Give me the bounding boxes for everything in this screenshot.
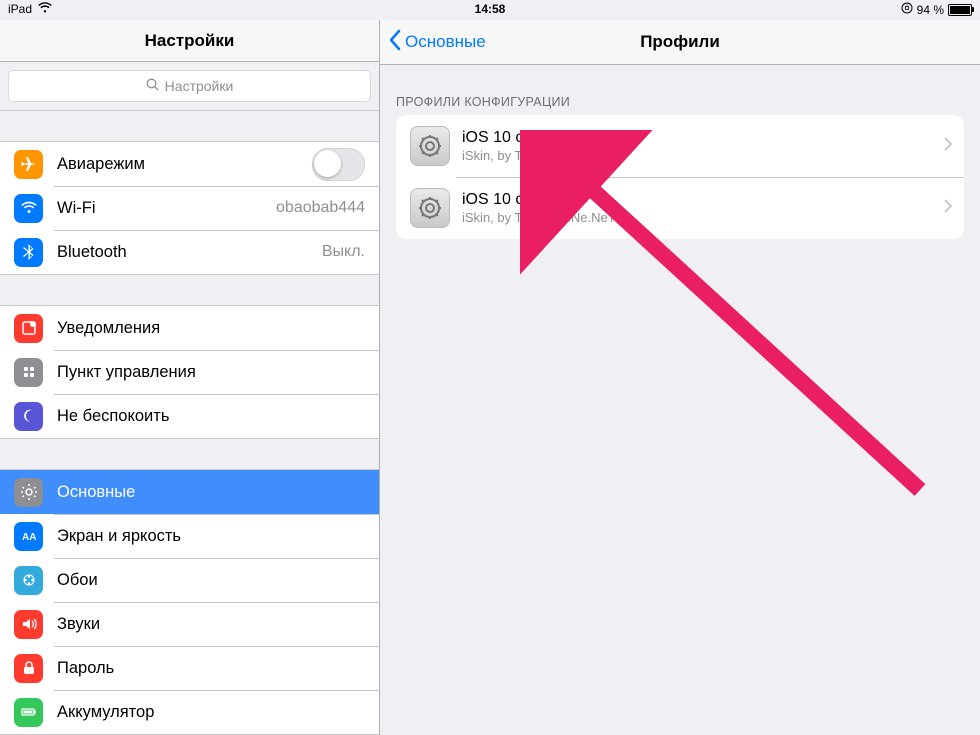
sidebar-item-notifications[interactable]: Уведомления (0, 306, 379, 350)
sounds-icon (14, 610, 43, 639)
detail-title: Профили (640, 32, 720, 52)
wifi-icon (14, 194, 43, 223)
search-input[interactable]: Настройки (8, 70, 371, 102)
sidebar-item-display[interactable]: AA Экран и яркость (0, 514, 379, 558)
airplane-toggle[interactable] (312, 148, 365, 181)
search-icon (146, 78, 159, 94)
battery-icon (948, 4, 972, 16)
device-frame: iPad 14:58 94 % Настройки (0, 0, 980, 735)
search-container: Настройки (0, 62, 379, 111)
battery-percentage: 94 % (917, 3, 944, 17)
wifi-status-icon (38, 2, 52, 16)
sidebar-item-label: Wi-Fi (57, 199, 95, 218)
profile-icon (410, 126, 450, 166)
sidebar-item-label: Не беспокоить (57, 407, 169, 426)
sidebar-item-general[interactable]: Основные (0, 470, 379, 514)
general-icon (14, 478, 43, 507)
bluetooth-icon (14, 238, 43, 267)
sidebar-item-label: Экран и яркость (57, 527, 181, 546)
sidebar-item-label: Обои (57, 571, 98, 590)
profile-list: iOS 10 concepts iSkin, by TooLiPHoNe.NeT… (396, 115, 964, 239)
dnd-icon (14, 402, 43, 431)
orientation-lock-icon (901, 2, 913, 17)
sidebar-item-label: Авиарежим (57, 155, 145, 174)
status-time: 14:58 (475, 2, 506, 16)
search-placeholder: Настройки (165, 78, 234, 94)
control-center-icon (14, 358, 43, 387)
sidebar-item-label: Пароль (57, 659, 114, 678)
back-label: Основные (405, 32, 486, 52)
sidebar-item-passcode[interactable]: Пароль (0, 646, 379, 690)
sidebar-item-wallpaper[interactable]: Обои (0, 558, 379, 602)
sidebar-navbar: Настройки (0, 20, 379, 62)
wifi-value: obaobab444 (276, 199, 365, 217)
back-button[interactable]: Основные (388, 29, 486, 56)
sidebar-item-label: Пункт управления (57, 363, 196, 382)
chevron-right-icon (944, 137, 952, 156)
passcode-icon (14, 654, 43, 683)
battery-setting-icon (14, 698, 43, 727)
sidebar-item-wifi[interactable]: Wi-Fi obaobab444 (0, 186, 379, 230)
sidebar-title: Настройки (145, 31, 235, 51)
detail-navbar: Основные Профили (380, 20, 980, 65)
bluetooth-value: Выкл. (322, 243, 365, 261)
svg-text:AA: AA (22, 532, 36, 543)
chevron-right-icon (944, 199, 952, 218)
detail-pane: Основные Профили ПРОФИЛИ КОНФИГУРАЦИИ iO… (380, 20, 980, 735)
profile-subtitle: iSkin, by TooLiPHoNe.NeT (462, 148, 616, 163)
sidebar-item-bluetooth[interactable]: Bluetooth Выкл. (0, 230, 379, 274)
status-bar: iPad 14:58 94 % (0, 0, 980, 20)
sidebar-item-label: Уведомления (57, 319, 160, 338)
notifications-icon (14, 314, 43, 343)
device-name: iPad (8, 2, 32, 16)
display-icon: AA (14, 522, 43, 551)
profile-icon (410, 188, 450, 228)
profile-title: iOS 10 concepts (462, 129, 616, 147)
profile-row[interactable]: iOS 10 concepts iSkin, by TooLiPHoNe.NeT (396, 177, 964, 239)
sidebar-item-label: Аккумулятор (57, 703, 154, 722)
profile-row[interactable]: iOS 10 concepts iSkin, by TooLiPHoNe.NeT (396, 115, 964, 177)
chevron-left-icon (388, 29, 401, 56)
profile-title: iOS 10 concepts (462, 191, 616, 209)
sidebar-item-control-center[interactable]: Пункт управления (0, 350, 379, 394)
sidebar-item-label: Звуки (57, 615, 100, 634)
sidebar-item-label: Основные (57, 483, 135, 502)
settings-sidebar: Настройки Настройки Авиарежим (0, 20, 380, 735)
sidebar-item-battery[interactable]: Аккумулятор (0, 690, 379, 734)
sidebar-item-airplane[interactable]: Авиарежим (0, 142, 379, 186)
wallpaper-icon (14, 566, 43, 595)
section-header: ПРОФИЛИ КОНФИГУРАЦИИ (380, 65, 980, 115)
airplane-icon (14, 150, 43, 179)
sidebar-item-sounds[interactable]: Звуки (0, 602, 379, 646)
sidebar-item-label: Bluetooth (57, 243, 127, 262)
profile-subtitle: iSkin, by TooLiPHoNe.NeT (462, 210, 616, 225)
sidebar-item-dnd[interactable]: Не беспокоить (0, 394, 379, 438)
